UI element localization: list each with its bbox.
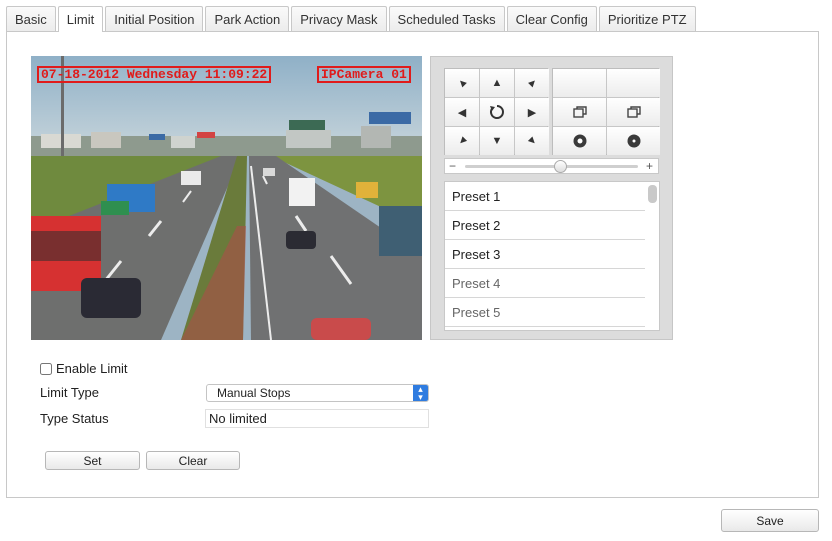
iris-close-icon — [627, 134, 640, 148]
window-restore-icon — [572, 106, 587, 118]
set-button[interactable]: Set — [45, 451, 140, 470]
pan-right-button[interactable]: ▶ — [515, 98, 549, 126]
osd-datetime: 07-18-2012 Wednesday 11:09:22 — [37, 66, 272, 83]
tab-initial-position[interactable]: Initial Position — [105, 6, 204, 31]
preset-item[interactable]: Preset 3 — [445, 240, 645, 269]
tab-park-action[interactable]: Park Action — [205, 6, 290, 31]
pan-up-right-button[interactable]: ▲ — [515, 69, 549, 97]
arrow-left-icon: ◀ — [457, 106, 467, 119]
speed-minus-label: − — [449, 159, 457, 173]
select-updown-icon: ▴ ▾ — [413, 385, 428, 402]
iris-open-icon — [573, 134, 586, 148]
preset-item[interactable]: Preset 1 — [445, 182, 645, 211]
arrow-right-icon: ▶ — [527, 106, 537, 119]
tab-limit[interactable]: Limit — [57, 6, 104, 32]
type-status-label: Type Status — [40, 411, 109, 426]
focus-far-button[interactable] — [607, 98, 660, 126]
speed-slider-thumb[interactable] — [554, 160, 568, 173]
pan-left-button[interactable]: ◀ — [445, 98, 479, 126]
pan-down-right-button[interactable]: ▼ — [515, 127, 549, 155]
video-scene — [31, 56, 422, 340]
ptz-lens-controls — [552, 68, 660, 155]
focus-near-button[interactable] — [553, 98, 606, 126]
ptz-speed-slider[interactable]: − + — [444, 158, 659, 174]
preset-list-scrollbar[interactable] — [648, 185, 657, 203]
limit-type-label: Limit Type — [40, 385, 100, 400]
ptz-direction-pad: ▲ ▲ ▲ ◀ ▶ ▼ ▼ ▼ — [444, 68, 549, 155]
iris-close-button[interactable] — [607, 127, 660, 155]
zoom-in-button[interactable] — [553, 69, 606, 97]
enable-limit-row[interactable]: Enable Limit — [40, 361, 128, 376]
arrow-up-icon: ▲ — [491, 77, 503, 89]
speed-slider-track[interactable] — [465, 165, 638, 168]
pan-up-left-button[interactable]: ▲ — [445, 69, 479, 97]
tilt-up-button[interactable]: ▲ — [480, 69, 514, 97]
tab-privacy-mask[interactable]: Privacy Mask — [291, 6, 387, 31]
tab-bar: Basic Limit Initial Position Park Action… — [6, 6, 698, 32]
preset-list: Preset 1 Preset 2 Preset 3 Preset 4 Pres… — [444, 181, 660, 331]
save-button[interactable]: Save — [721, 509, 819, 532]
speed-plus-label: + — [645, 159, 653, 173]
arrow-down-right-icon: ▼ — [523, 132, 541, 150]
arrow-down-icon: ▼ — [491, 135, 503, 147]
tilt-down-button[interactable]: ▼ — [480, 127, 514, 155]
zoom-out-button[interactable] — [607, 69, 660, 97]
tab-clear-config[interactable]: Clear Config — [506, 6, 597, 31]
pan-down-left-button[interactable]: ▼ — [445, 127, 479, 155]
auto-pan-button[interactable] — [480, 98, 514, 126]
iris-open-button[interactable] — [553, 127, 606, 155]
type-status-field: No limited — [205, 409, 429, 428]
enable-limit-checkbox[interactable] — [40, 362, 52, 375]
osd-camera-name: IPCamera 01 — [317, 66, 411, 83]
tab-prioritize-ptz[interactable]: Prioritize PTZ — [598, 6, 696, 31]
enable-limit-label: Enable Limit — [56, 361, 128, 376]
preset-item[interactable]: Preset 2 — [445, 211, 645, 240]
tab-basic[interactable]: Basic — [6, 6, 56, 31]
clear-button[interactable]: Clear — [146, 451, 240, 470]
arrow-up-right-icon: ▲ — [523, 74, 541, 92]
preset-item[interactable]: Preset 4 — [445, 269, 645, 298]
auto-rotate-icon — [490, 105, 504, 119]
ptz-control-panel: ▲ ▲ ▲ ◀ ▶ ▼ ▼ ▼ − + Preset 1 Preset 2 Pr… — [430, 56, 673, 340]
limit-type-select[interactable]: Manual Stops ▴ ▾ — [206, 384, 429, 402]
arrow-down-left-icon: ▼ — [453, 132, 471, 150]
arrow-up-left-icon: ▲ — [453, 74, 471, 92]
preset-item[interactable]: Preset 5 — [445, 298, 645, 327]
tab-scheduled-tasks[interactable]: Scheduled Tasks — [388, 6, 505, 31]
limit-type-value: Manual Stops — [217, 386, 291, 400]
window-stack-icon — [626, 106, 641, 118]
live-video-view[interactable]: 07-18-2012 Wednesday 11:09:22 IPCamera 0… — [31, 56, 422, 340]
